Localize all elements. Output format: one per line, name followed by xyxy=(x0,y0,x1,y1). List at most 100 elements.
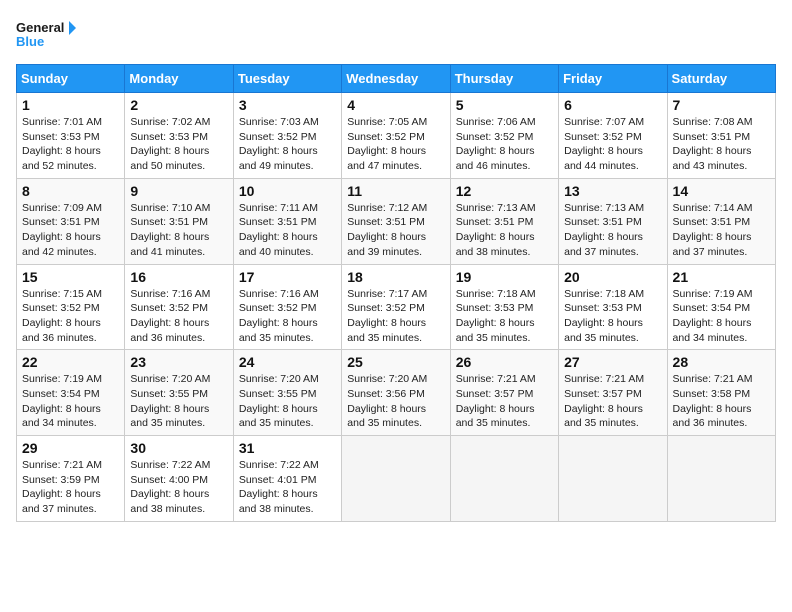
calendar-week-3: 15 Sunrise: 7:15 AMSunset: 3:52 PMDaylig… xyxy=(17,264,776,350)
calendar-cell: 20 Sunrise: 7:18 AMSunset: 3:53 PMDaylig… xyxy=(559,264,667,350)
weekday-header-tuesday: Tuesday xyxy=(233,65,341,93)
day-info: Sunrise: 7:21 AMSunset: 3:58 PMDaylight:… xyxy=(673,372,770,431)
day-number: 30 xyxy=(130,440,227,456)
page-header: General Blue xyxy=(16,16,776,56)
day-info: Sunrise: 7:19 AMSunset: 3:54 PMDaylight:… xyxy=(673,287,770,346)
calendar-cell: 11 Sunrise: 7:12 AMSunset: 3:51 PMDaylig… xyxy=(342,178,450,264)
day-number: 17 xyxy=(239,269,336,285)
calendar-cell: 3 Sunrise: 7:03 AMSunset: 3:52 PMDayligh… xyxy=(233,93,341,179)
day-number: 16 xyxy=(130,269,227,285)
calendar-cell: 14 Sunrise: 7:14 AMSunset: 3:51 PMDaylig… xyxy=(667,178,775,264)
day-info: Sunrise: 7:08 AMSunset: 3:51 PMDaylight:… xyxy=(673,115,770,174)
calendar-cell: 29 Sunrise: 7:21 AMSunset: 3:59 PMDaylig… xyxy=(17,436,125,522)
calendar-cell: 2 Sunrise: 7:02 AMSunset: 3:53 PMDayligh… xyxy=(125,93,233,179)
day-number: 7 xyxy=(673,97,770,113)
day-info: Sunrise: 7:20 AMSunset: 3:56 PMDaylight:… xyxy=(347,372,444,431)
day-number: 15 xyxy=(22,269,119,285)
day-number: 20 xyxy=(564,269,661,285)
day-number: 29 xyxy=(22,440,119,456)
calendar-cell: 23 Sunrise: 7:20 AMSunset: 3:55 PMDaylig… xyxy=(125,350,233,436)
day-number: 18 xyxy=(347,269,444,285)
day-info: Sunrise: 7:21 AMSunset: 3:59 PMDaylight:… xyxy=(22,458,119,517)
weekday-header-saturday: Saturday xyxy=(667,65,775,93)
calendar-cell: 22 Sunrise: 7:19 AMSunset: 3:54 PMDaylig… xyxy=(17,350,125,436)
day-number: 23 xyxy=(130,354,227,370)
day-info: Sunrise: 7:02 AMSunset: 3:53 PMDaylight:… xyxy=(130,115,227,174)
calendar-cell: 10 Sunrise: 7:11 AMSunset: 3:51 PMDaylig… xyxy=(233,178,341,264)
calendar-cell: 1 Sunrise: 7:01 AMSunset: 3:53 PMDayligh… xyxy=(17,93,125,179)
day-number: 28 xyxy=(673,354,770,370)
day-number: 21 xyxy=(673,269,770,285)
calendar-cell xyxy=(450,436,558,522)
day-number: 5 xyxy=(456,97,553,113)
day-info: Sunrise: 7:16 AMSunset: 3:52 PMDaylight:… xyxy=(130,287,227,346)
day-number: 19 xyxy=(456,269,553,285)
calendar-header-row: SundayMondayTuesdayWednesdayThursdayFrid… xyxy=(17,65,776,93)
calendar-week-5: 29 Sunrise: 7:21 AMSunset: 3:59 PMDaylig… xyxy=(17,436,776,522)
day-info: Sunrise: 7:03 AMSunset: 3:52 PMDaylight:… xyxy=(239,115,336,174)
day-info: Sunrise: 7:07 AMSunset: 3:52 PMDaylight:… xyxy=(564,115,661,174)
day-number: 11 xyxy=(347,183,444,199)
day-info: Sunrise: 7:20 AMSunset: 3:55 PMDaylight:… xyxy=(239,372,336,431)
day-info: Sunrise: 7:14 AMSunset: 3:51 PMDaylight:… xyxy=(673,201,770,260)
day-info: Sunrise: 7:18 AMSunset: 3:53 PMDaylight:… xyxy=(456,287,553,346)
calendar-cell: 28 Sunrise: 7:21 AMSunset: 3:58 PMDaylig… xyxy=(667,350,775,436)
day-number: 24 xyxy=(239,354,336,370)
day-info: Sunrise: 7:18 AMSunset: 3:53 PMDaylight:… xyxy=(564,287,661,346)
day-info: Sunrise: 7:11 AMSunset: 3:51 PMDaylight:… xyxy=(239,201,336,260)
day-info: Sunrise: 7:22 AMSunset: 4:00 PMDaylight:… xyxy=(130,458,227,517)
day-number: 31 xyxy=(239,440,336,456)
day-number: 8 xyxy=(22,183,119,199)
calendar-cell xyxy=(559,436,667,522)
calendar-cell: 16 Sunrise: 7:16 AMSunset: 3:52 PMDaylig… xyxy=(125,264,233,350)
calendar-cell: 7 Sunrise: 7:08 AMSunset: 3:51 PMDayligh… xyxy=(667,93,775,179)
logo: General Blue xyxy=(16,16,76,56)
calendar-cell: 17 Sunrise: 7:16 AMSunset: 3:52 PMDaylig… xyxy=(233,264,341,350)
day-info: Sunrise: 7:21 AMSunset: 3:57 PMDaylight:… xyxy=(564,372,661,431)
calendar-week-2: 8 Sunrise: 7:09 AMSunset: 3:51 PMDayligh… xyxy=(17,178,776,264)
calendar-table: SundayMondayTuesdayWednesdayThursdayFrid… xyxy=(16,64,776,522)
day-number: 13 xyxy=(564,183,661,199)
calendar-cell: 8 Sunrise: 7:09 AMSunset: 3:51 PMDayligh… xyxy=(17,178,125,264)
day-info: Sunrise: 7:21 AMSunset: 3:57 PMDaylight:… xyxy=(456,372,553,431)
day-info: Sunrise: 7:09 AMSunset: 3:51 PMDaylight:… xyxy=(22,201,119,260)
calendar-cell: 25 Sunrise: 7:20 AMSunset: 3:56 PMDaylig… xyxy=(342,350,450,436)
calendar-cell: 27 Sunrise: 7:21 AMSunset: 3:57 PMDaylig… xyxy=(559,350,667,436)
calendar-week-4: 22 Sunrise: 7:19 AMSunset: 3:54 PMDaylig… xyxy=(17,350,776,436)
day-info: Sunrise: 7:19 AMSunset: 3:54 PMDaylight:… xyxy=(22,372,119,431)
day-info: Sunrise: 7:01 AMSunset: 3:53 PMDaylight:… xyxy=(22,115,119,174)
day-number: 4 xyxy=(347,97,444,113)
logo-svg: General Blue xyxy=(16,16,76,56)
day-info: Sunrise: 7:15 AMSunset: 3:52 PMDaylight:… xyxy=(22,287,119,346)
calendar-cell: 31 Sunrise: 7:22 AMSunset: 4:01 PMDaylig… xyxy=(233,436,341,522)
calendar-cell: 12 Sunrise: 7:13 AMSunset: 3:51 PMDaylig… xyxy=(450,178,558,264)
day-info: Sunrise: 7:12 AMSunset: 3:51 PMDaylight:… xyxy=(347,201,444,260)
calendar-cell: 4 Sunrise: 7:05 AMSunset: 3:52 PMDayligh… xyxy=(342,93,450,179)
calendar-cell: 9 Sunrise: 7:10 AMSunset: 3:51 PMDayligh… xyxy=(125,178,233,264)
calendar-week-1: 1 Sunrise: 7:01 AMSunset: 3:53 PMDayligh… xyxy=(17,93,776,179)
calendar-cell: 26 Sunrise: 7:21 AMSunset: 3:57 PMDaylig… xyxy=(450,350,558,436)
weekday-header-thursday: Thursday xyxy=(450,65,558,93)
calendar-cell: 18 Sunrise: 7:17 AMSunset: 3:52 PMDaylig… xyxy=(342,264,450,350)
day-number: 12 xyxy=(456,183,553,199)
calendar-cell: 24 Sunrise: 7:20 AMSunset: 3:55 PMDaylig… xyxy=(233,350,341,436)
day-info: Sunrise: 7:05 AMSunset: 3:52 PMDaylight:… xyxy=(347,115,444,174)
day-number: 1 xyxy=(22,97,119,113)
calendar-cell: 19 Sunrise: 7:18 AMSunset: 3:53 PMDaylig… xyxy=(450,264,558,350)
calendar-cell: 21 Sunrise: 7:19 AMSunset: 3:54 PMDaylig… xyxy=(667,264,775,350)
svg-text:General: General xyxy=(16,20,64,35)
day-number: 6 xyxy=(564,97,661,113)
day-number: 14 xyxy=(673,183,770,199)
weekday-header-monday: Monday xyxy=(125,65,233,93)
calendar-cell: 13 Sunrise: 7:13 AMSunset: 3:51 PMDaylig… xyxy=(559,178,667,264)
calendar-cell: 5 Sunrise: 7:06 AMSunset: 3:52 PMDayligh… xyxy=(450,93,558,179)
calendar-cell xyxy=(342,436,450,522)
calendar-cell: 30 Sunrise: 7:22 AMSunset: 4:00 PMDaylig… xyxy=(125,436,233,522)
day-info: Sunrise: 7:22 AMSunset: 4:01 PMDaylight:… xyxy=(239,458,336,517)
day-info: Sunrise: 7:16 AMSunset: 3:52 PMDaylight:… xyxy=(239,287,336,346)
day-number: 27 xyxy=(564,354,661,370)
calendar-cell xyxy=(667,436,775,522)
day-info: Sunrise: 7:13 AMSunset: 3:51 PMDaylight:… xyxy=(456,201,553,260)
weekday-header-sunday: Sunday xyxy=(17,65,125,93)
day-number: 25 xyxy=(347,354,444,370)
